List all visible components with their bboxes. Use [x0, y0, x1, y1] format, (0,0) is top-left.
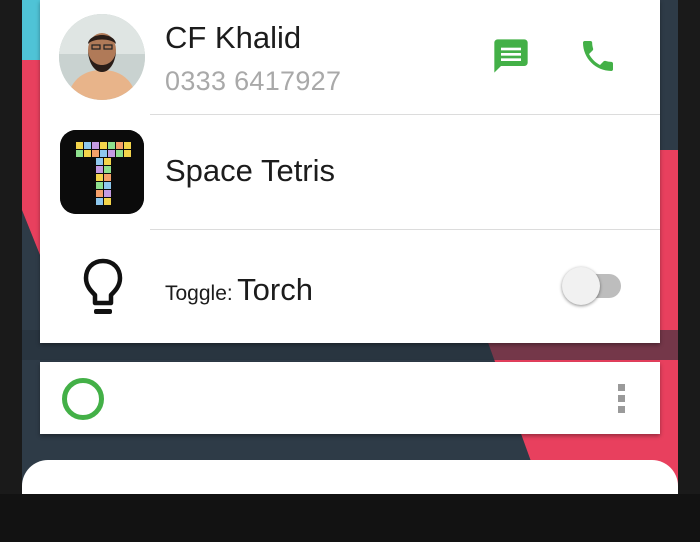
torch-switch-thumb[interactable] [562, 267, 600, 305]
message-icon[interactable] [489, 34, 533, 78]
phone-icon[interactable] [576, 34, 620, 78]
app-name: Space Tetris [165, 153, 336, 188]
results-card: CF Khalid 0333 6417927 Space Tetris Togg… [40, 0, 660, 343]
contact-phone: 0333 6417927 [165, 66, 342, 96]
tetris-app-icon[interactable] [60, 130, 144, 214]
lightbulb-icon [82, 258, 124, 321]
toggle-target-name: Torch [237, 272, 313, 307]
assistant-ring-icon[interactable] [62, 378, 104, 420]
contact-name: CF Khalid [165, 20, 302, 55]
device-bezel [0, 494, 700, 542]
toggle-label: Toggle: Torch [165, 272, 313, 308]
contact-row[interactable]: CF Khalid 0333 6417927 [40, 0, 660, 114]
more-vert-icon[interactable] [616, 384, 626, 414]
search-bar[interactable] [40, 362, 660, 434]
contact-avatar[interactable] [59, 14, 145, 100]
toggle-prefix: Toggle: [165, 282, 233, 305]
